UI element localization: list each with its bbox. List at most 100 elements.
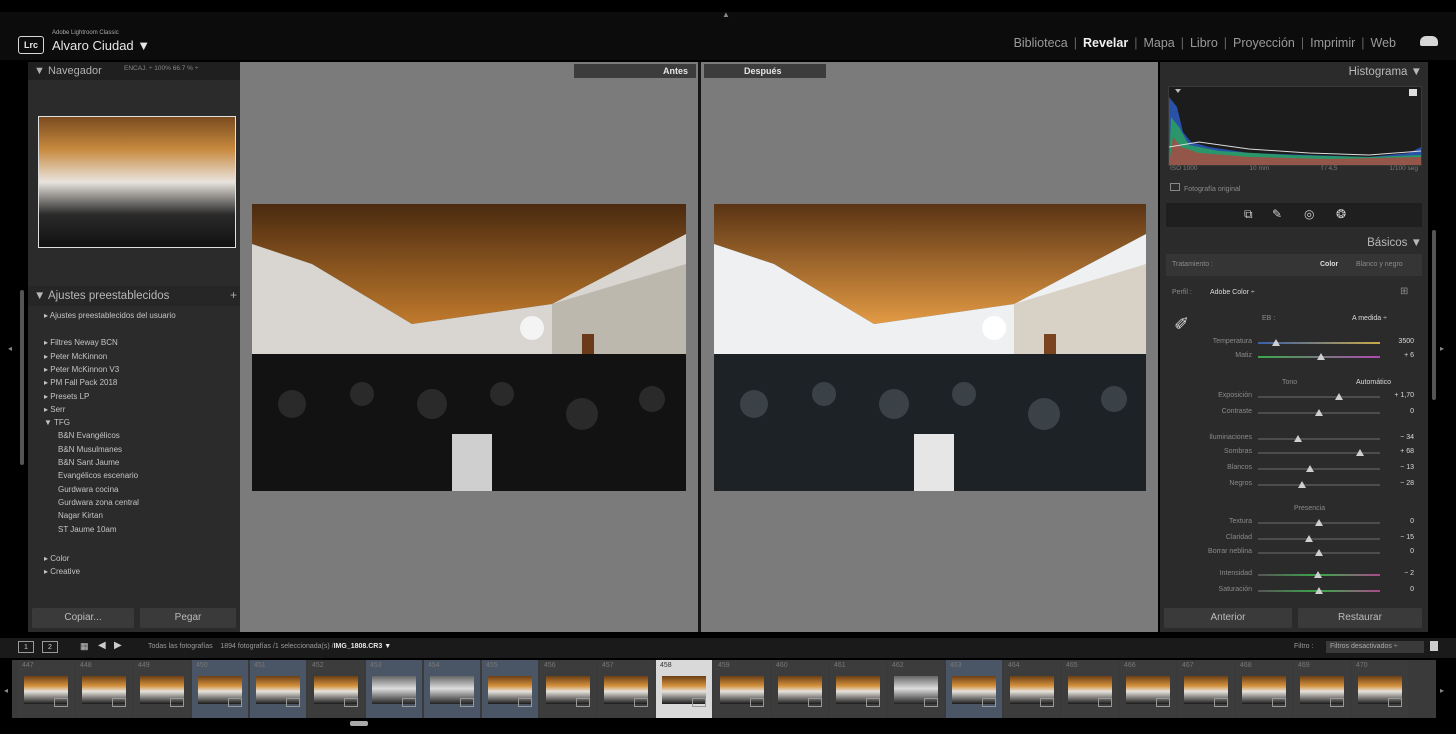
profile-select[interactable]: Adobe Color ÷ bbox=[1210, 289, 1255, 296]
filmstrip-thumb[interactable]: 452 bbox=[308, 660, 364, 718]
slider-thumb[interactable] bbox=[1272, 339, 1281, 346]
slider-track[interactable] bbox=[1258, 535, 1380, 542]
slider-value[interactable]: 0 bbox=[1384, 408, 1414, 415]
previous-settings-button[interactable]: Anterior bbox=[1164, 608, 1292, 628]
slider-track[interactable] bbox=[1258, 465, 1380, 472]
slider-value[interactable]: − 15 bbox=[1384, 534, 1414, 541]
filmstrip-thumb[interactable]: 455 bbox=[482, 660, 538, 718]
preset-item[interactable]: B&N Musulmanes bbox=[58, 445, 122, 454]
filmstrip-thumb[interactable]: 463 bbox=[946, 660, 1002, 718]
preset-item[interactable]: ▸ Peter McKinnon bbox=[44, 352, 107, 361]
slider-thumb[interactable] bbox=[1297, 481, 1306, 488]
filmstrip-thumb[interactable]: 454 bbox=[424, 660, 480, 718]
filmstrip-thumb[interactable]: 468 bbox=[1236, 660, 1292, 718]
module-6[interactable]: Web bbox=[1365, 36, 1402, 50]
slider-thumb[interactable] bbox=[1315, 587, 1323, 594]
slider-value[interactable]: + 1,70 bbox=[1384, 392, 1414, 399]
slider-value[interactable]: − 2 bbox=[1384, 570, 1414, 577]
slider-value[interactable]: 3500 bbox=[1384, 338, 1414, 345]
white-balance-picker-icon[interactable]: ✐ bbox=[1174, 314, 1189, 335]
slider-value[interactable]: − 28 bbox=[1384, 480, 1414, 487]
slider-thumb[interactable] bbox=[1315, 519, 1323, 526]
treatment-bw-option[interactable]: Blanco y negro bbox=[1356, 261, 1403, 268]
filmstrip-thumb[interactable]: 461 bbox=[830, 660, 886, 718]
filmstrip-thumb[interactable]: 448 bbox=[76, 660, 132, 718]
filmstrip-thumb[interactable]: 464 bbox=[1004, 660, 1060, 718]
before-photo[interactable] bbox=[252, 204, 686, 491]
filmstrip-thumb[interactable]: 458 bbox=[656, 660, 712, 718]
slider-track[interactable] bbox=[1258, 353, 1380, 360]
cloud-sync-icon[interactable] bbox=[1420, 36, 1438, 46]
preset-item[interactable]: ▸ Filtres Neway BCN bbox=[44, 338, 118, 347]
forward-arrow-icon[interactable]: ▶ bbox=[114, 640, 122, 651]
right-panel-scrollbar[interactable] bbox=[1432, 230, 1436, 400]
preset-item[interactable]: ST Jaume 10am bbox=[58, 525, 117, 534]
after-photo[interactable] bbox=[714, 204, 1146, 491]
filmstrip-thumb[interactable]: 462 bbox=[888, 660, 944, 718]
slider-value[interactable]: 0 bbox=[1384, 548, 1414, 555]
source-label[interactable]: Todas las fotografías bbox=[148, 643, 213, 650]
filmstrip-thumb[interactable]: 457 bbox=[598, 660, 654, 718]
navigator-zoom-options[interactable]: ENCAJ. ÷ 100% 66.7 % ÷ bbox=[124, 65, 198, 72]
module-0[interactable]: Biblioteca bbox=[1008, 36, 1074, 50]
filmstrip-right-icon[interactable]: ▸ bbox=[1440, 686, 1444, 695]
filmstrip-thumb[interactable]: 459 bbox=[714, 660, 770, 718]
slider-value[interactable]: − 34 bbox=[1384, 434, 1414, 441]
auto-tone-button[interactable]: Automático bbox=[1356, 379, 1391, 386]
identity-plate[interactable]: Alvaro Ciudad ▼ bbox=[52, 38, 150, 53]
original-photo-checkbox[interactable]: Fotografía original bbox=[1170, 183, 1240, 193]
redeye-icon[interactable]: ◎ bbox=[1304, 207, 1314, 221]
basics-header[interactable]: Básicos ▼ bbox=[1160, 237, 1422, 249]
slider-track[interactable] bbox=[1258, 409, 1380, 416]
filmstrip-thumb[interactable]: 460 bbox=[772, 660, 828, 718]
right-panel-toggle-icon[interactable]: ▸ bbox=[1440, 344, 1444, 353]
histogram[interactable] bbox=[1168, 86, 1422, 166]
left-panel-toggle-icon[interactable]: ◂ bbox=[8, 344, 12, 353]
slider-value[interactable]: − 13 bbox=[1384, 464, 1414, 471]
preset-item[interactable]: Nagar Kirtan bbox=[58, 511, 103, 520]
histogram-header[interactable]: Histograma ▼ bbox=[1160, 66, 1422, 78]
filmstrip-scrollbar[interactable] bbox=[350, 721, 368, 726]
slider-track[interactable] bbox=[1258, 339, 1380, 346]
filmstrip-thumb[interactable]: 465 bbox=[1062, 660, 1118, 718]
preset-item[interactable]: ▼ TFG bbox=[44, 418, 70, 427]
slider-value[interactable]: 0 bbox=[1384, 518, 1414, 525]
filmstrip-thumb[interactable]: 450 bbox=[192, 660, 248, 718]
left-panel-scrollbar[interactable] bbox=[20, 290, 24, 465]
navigator-preview[interactable] bbox=[38, 116, 236, 248]
filmstrip-thumb[interactable]: 449 bbox=[134, 660, 190, 718]
slider-track[interactable] bbox=[1258, 393, 1380, 400]
presets-header[interactable]: ▼ Ajustes preestablecidos bbox=[28, 286, 240, 306]
slider-thumb[interactable] bbox=[1305, 535, 1314, 542]
add-preset-icon[interactable]: + bbox=[230, 288, 237, 302]
filmstrip-thumb[interactable]: 466 bbox=[1120, 660, 1176, 718]
slider-value[interactable]: 0 bbox=[1384, 586, 1414, 593]
slider-track[interactable] bbox=[1258, 571, 1380, 578]
second-window-button[interactable]: 2 bbox=[42, 641, 58, 653]
filmstrip-thumb[interactable]: 451 bbox=[250, 660, 306, 718]
slider-track[interactable] bbox=[1258, 549, 1380, 556]
slider-thumb[interactable] bbox=[1313, 571, 1322, 578]
profile-browser-icon[interactable]: ⊞ bbox=[1400, 286, 1408, 297]
paste-button[interactable]: Pegar bbox=[140, 608, 236, 628]
wb-select[interactable]: A medida ÷ bbox=[1352, 315, 1387, 322]
slider-value[interactable]: + 6 bbox=[1384, 352, 1414, 359]
module-4[interactable]: Proyección bbox=[1227, 36, 1301, 50]
preset-item[interactable]: ▸ Color bbox=[44, 554, 69, 563]
filename[interactable]: IMG_1808.CR3 ▼ bbox=[334, 643, 392, 650]
preset-item[interactable]: ▸ Creative bbox=[44, 567, 80, 576]
filmstrip-thumb[interactable]: 469 bbox=[1294, 660, 1350, 718]
crop-icon[interactable]: ⧉ bbox=[1244, 207, 1253, 222]
preset-item[interactable]: ▸ PM Fall Pack 2018 bbox=[44, 378, 117, 387]
module-3[interactable]: Libro bbox=[1184, 36, 1224, 50]
slider-thumb[interactable] bbox=[1306, 465, 1315, 472]
slider-thumb[interactable] bbox=[1315, 409, 1323, 416]
filmstrip-thumb[interactable]: 467 bbox=[1178, 660, 1234, 718]
slider-track[interactable] bbox=[1258, 519, 1380, 526]
slider-track[interactable] bbox=[1258, 449, 1380, 456]
main-window-button[interactable]: 1 bbox=[18, 641, 34, 653]
module-1[interactable]: Revelar bbox=[1077, 36, 1134, 50]
slider-value[interactable]: + 68 bbox=[1384, 448, 1414, 455]
slider-thumb[interactable] bbox=[1334, 393, 1343, 400]
slider-track[interactable] bbox=[1258, 587, 1380, 594]
